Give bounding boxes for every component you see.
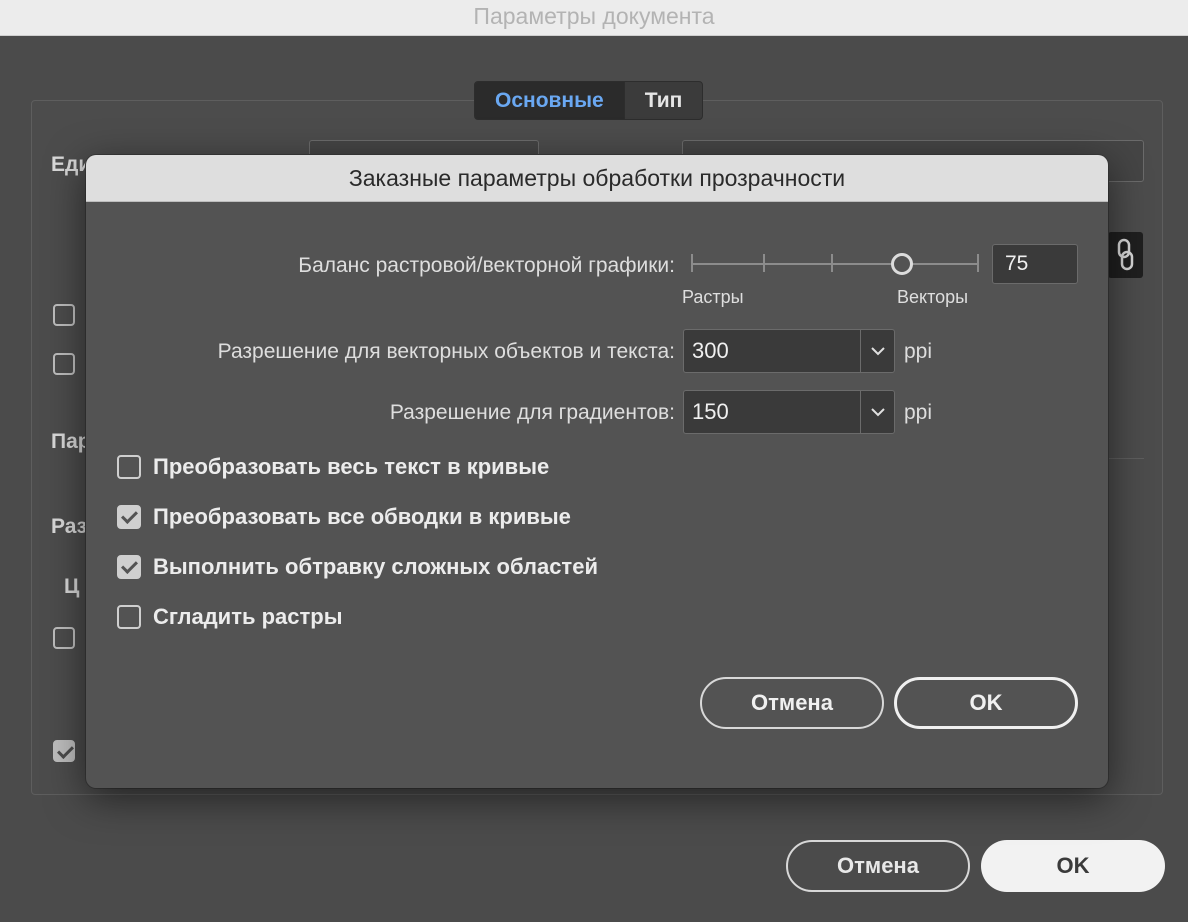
slider-tick	[831, 254, 833, 272]
balance-slider-track[interactable]	[691, 263, 979, 265]
option-antialias-rasters[interactable]: Сгладить растры	[117, 603, 343, 631]
bg-checkbox-3[interactable]	[53, 627, 75, 649]
checkbox-convert-text[interactable]	[117, 455, 141, 479]
section-label: Пар	[51, 430, 91, 453]
vector-resolution-label: Разрешение для векторных объектов и текс…	[217, 340, 675, 363]
window-ok-button[interactable]: OK	[981, 840, 1165, 892]
vector-resolution-dropdown-button[interactable]	[860, 330, 894, 372]
section-divider	[1108, 458, 1144, 459]
dialog-ok-button[interactable]: OK	[894, 677, 1078, 729]
checkbox-convert-strokes[interactable]	[117, 505, 141, 529]
balance-label: Баланс растровой/векторной графики:	[298, 254, 675, 277]
slider-tick	[763, 254, 765, 272]
vector-resolution-value[interactable]: 300	[684, 330, 860, 372]
gradient-resolution-unit: ppi	[904, 401, 933, 424]
gradient-resolution-combo[interactable]: 150	[683, 390, 895, 434]
checkbox-label: Выполнить обтравку сложных областей	[153, 554, 598, 579]
slider-tick	[977, 254, 979, 272]
window-cancel-button[interactable]: Отмена	[786, 840, 970, 892]
dialog-title: Заказные параметры обработки прозрачност…	[86, 155, 1108, 202]
bg-checkbox-1[interactable]	[53, 304, 75, 326]
checkbox-label: Сгладить растры	[153, 604, 343, 629]
option-clip-complex[interactable]: Выполнить обтравку сложных областей	[117, 553, 598, 581]
transparency-dialog: Заказные параметры обработки прозрачност…	[86, 155, 1108, 788]
link-icon	[1117, 238, 1134, 271]
link-button[interactable]	[1108, 232, 1143, 278]
tab-basic[interactable]: Основные	[475, 82, 625, 119]
chevron-down-icon	[870, 408, 885, 417]
vector-resolution-combo[interactable]: 300	[683, 329, 895, 373]
checkbox-antialias-rasters[interactable]	[117, 605, 141, 629]
option-convert-text[interactable]: Преобразовать весь текст в кривые	[117, 453, 549, 481]
tab-bar: Основные Тип	[474, 81, 704, 120]
option-convert-strokes[interactable]: Преобразовать все обводки в кривые	[117, 503, 571, 531]
raster-caption: Растры	[682, 287, 744, 307]
bg-checkbox-4[interactable]	[53, 740, 75, 762]
slider-tick	[691, 254, 693, 272]
bg-checkbox-2[interactable]	[53, 353, 75, 375]
window-title: Параметры документа	[0, 0, 1188, 36]
gradient-resolution-label: Разрешение для градиентов:	[389, 401, 675, 424]
chevron-down-icon	[870, 347, 885, 356]
tab-type[interactable]: Тип	[625, 82, 703, 119]
vector-resolution-unit: ppi	[904, 340, 933, 363]
gradient-resolution-dropdown-button[interactable]	[860, 391, 894, 433]
resolution-label: Раз	[51, 515, 88, 538]
balance-value-input[interactable]: 75	[992, 244, 1078, 284]
dialog-cancel-button[interactable]: Отмена	[700, 677, 884, 729]
vector-caption: Векторы	[897, 287, 969, 307]
balance-slider-handle[interactable]	[891, 253, 913, 275]
checkbox-label: Преобразовать весь текст в кривые	[153, 454, 550, 479]
checkbox-clip-complex[interactable]	[117, 555, 141, 579]
color-label: Ц	[64, 575, 80, 598]
checkbox-label: Преобразовать все обводки в кривые	[153, 504, 571, 529]
gradient-resolution-value[interactable]: 150	[684, 391, 860, 433]
